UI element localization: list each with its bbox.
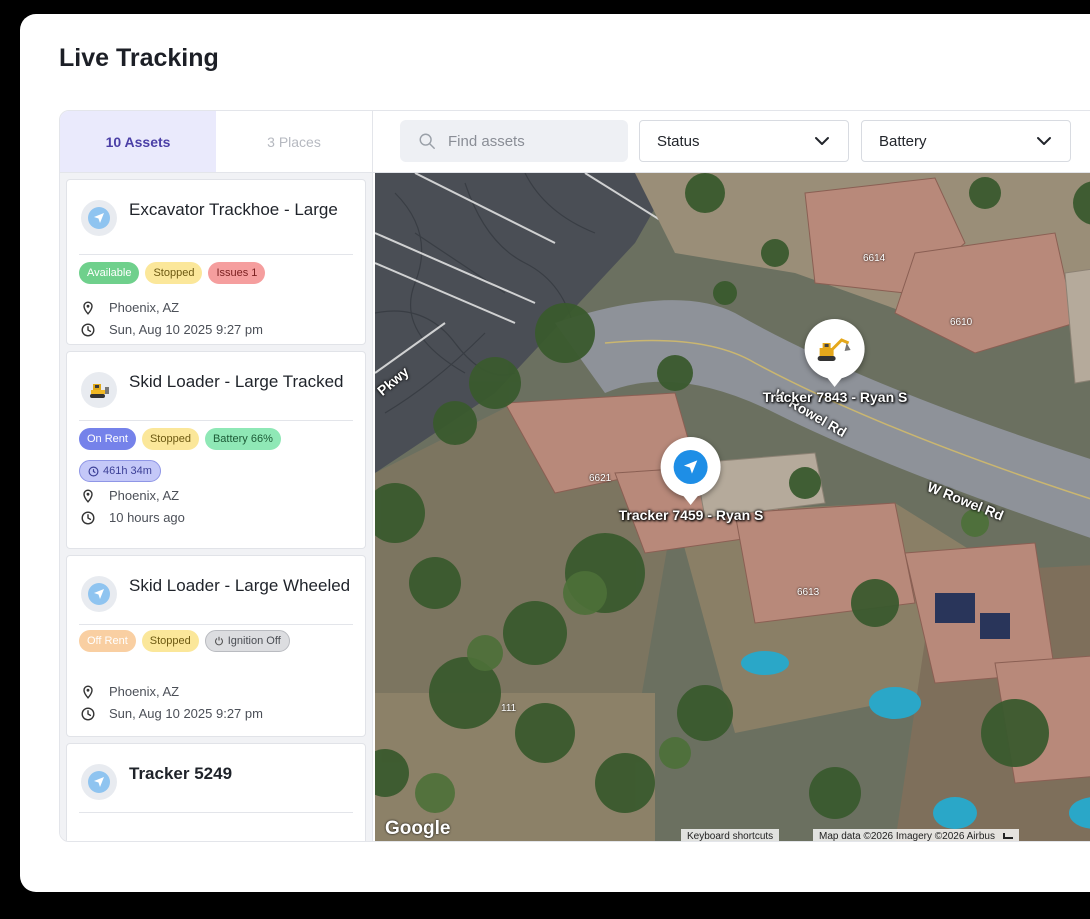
page-title: Live Tracking [59, 44, 219, 72]
asset-location: Phoenix, AZ [109, 488, 180, 503]
status-badge: Stopped [145, 262, 203, 284]
google-logo: Google [385, 818, 451, 839]
location-row: Phoenix, AZ [81, 488, 179, 503]
asset-avatar [81, 372, 117, 408]
asset-tabs: 10 Assets 3 Places [60, 111, 373, 173]
map-toolbar: Status Battery [373, 111, 1090, 173]
status-badge: Available [79, 262, 140, 284]
battery-dropdown[interactable]: Battery [861, 120, 1071, 162]
power-icon [214, 636, 223, 646]
map-marker[interactable]: Tracker 7459 - Ryan S [618, 437, 764, 523]
live-tracking-card: Live Tracking 10 Assets 3 Places Status … [20, 14, 1090, 892]
house-number: 111 [501, 703, 517, 714]
house-number: 6621 [589, 473, 612, 484]
battery-dropdown-label: Battery [879, 132, 927, 150]
ignition-badge: Ignition Off [204, 630, 290, 652]
divider [79, 812, 353, 813]
badge-row: On Rent Stopped Battery 66% [79, 428, 281, 450]
asset-name: Skid Loader - Large Wheeled [129, 576, 351, 595]
status-dropdown[interactable]: Status [639, 120, 849, 162]
asset-time: Sun, Aug 10 2025 9:27 pm [109, 706, 263, 721]
navigation-arrow-icon [94, 589, 104, 599]
satellite-map[interactable]: Pkwy W Rowel Rd W Rowel Rd 6614 6610 662… [375, 173, 1090, 842]
time-row: 10 hours ago [81, 510, 185, 525]
badge-row: 461h 34m [79, 460, 161, 482]
tab-places[interactable]: 3 Places [216, 111, 372, 172]
attribution-text: Map data ©2026 Imagery ©2026 Airbus [819, 830, 995, 842]
asset-avatar [81, 200, 117, 236]
house-number: 6610 [950, 317, 973, 328]
divider [79, 254, 353, 255]
status-badge: Stopped [141, 428, 199, 450]
tab-assets[interactable]: 10 Assets [60, 111, 216, 172]
time-row: Sun, Aug 10 2025 9:27 pm [81, 706, 263, 721]
asset-card[interactable]: Skid Loader - Large Wheeled Off Rent Sto… [66, 555, 366, 737]
search-box[interactable] [400, 120, 628, 162]
asset-name: Excavator Trackhoe - Large [129, 200, 338, 219]
house-number: 6613 [797, 587, 820, 598]
status-badge: Issues 1 [208, 262, 266, 284]
clock-icon [81, 510, 95, 525]
navigation-arrow-icon [94, 777, 104, 787]
marker-label: Tracker 7843 - Ryan S [762, 389, 908, 405]
location-row: Phoenix, AZ [81, 684, 179, 699]
ignition-text: Ignition Off [227, 635, 281, 647]
status-badge: On Rent [79, 428, 136, 450]
asset-time: Sun, Aug 10 2025 9:27 pm [109, 322, 263, 337]
status-badge: Off Rent [79, 630, 136, 652]
status-dropdown-label: Status [657, 132, 700, 150]
asset-location: Phoenix, AZ [109, 684, 180, 699]
asset-avatar [81, 764, 117, 800]
location-pin-icon [83, 300, 93, 315]
clock-icon [81, 322, 95, 337]
asset-card[interactable]: Skid Loader - Large Tracked On Rent Stop… [66, 351, 366, 549]
marker-circle [804, 319, 865, 379]
marker-label: Tracker 7459 - Ryan S [618, 507, 764, 523]
chevron-down-icon [815, 137, 829, 145]
time-row: Sun, Aug 10 2025 9:27 pm [81, 322, 263, 337]
clock-icon [88, 466, 99, 476]
asset-time: 10 hours ago [109, 510, 185, 525]
asset-name: Skid Loader - Large Tracked [129, 372, 344, 391]
badge-row: Available Stopped Issues 1 [79, 262, 266, 284]
chevron-down-icon [1037, 137, 1051, 145]
excavator-icon [817, 338, 851, 361]
duration-text: 461h 34m [103, 465, 152, 477]
map-marker[interactable]: Tracker 7843 - Ryan S [762, 319, 908, 405]
duration-badge: 461h 34m [79, 460, 161, 482]
asset-list: Excavator Trackhoe - Large Available Sto… [60, 173, 373, 841]
marker-circle [660, 437, 721, 497]
asset-card[interactable]: Tracker 5249 [66, 743, 366, 841]
marker-tail [682, 495, 699, 505]
divider [79, 624, 353, 625]
scale-icon [1002, 833, 1013, 839]
location-pin-icon [83, 684, 93, 699]
tracking-panel: 10 Assets 3 Places Status Battery [59, 110, 1090, 842]
clock-icon [81, 706, 95, 721]
asset-name: Tracker 5249 [129, 764, 233, 783]
navigation-arrow-icon [94, 213, 104, 223]
location-pin-icon [83, 488, 93, 503]
asset-location: Phoenix, AZ [109, 300, 180, 315]
asset-avatar [81, 576, 117, 612]
asset-card[interactable]: Excavator Trackhoe - Large Available Sto… [66, 179, 366, 345]
status-badge: Stopped [141, 630, 199, 652]
keyboard-shortcuts-link[interactable]: Keyboard shortcuts [681, 829, 780, 841]
location-row: Phoenix, AZ [81, 300, 179, 315]
badge-row: Off Rent Stopped Ignition Off [79, 630, 290, 652]
search-input[interactable] [448, 132, 608, 150]
map-attribution: Map data ©2026 Imagery ©2026 Airbus [813, 829, 1019, 842]
navigation-arrow-icon [684, 460, 698, 474]
battery-badge: Battery 66% [204, 428, 281, 450]
marker-dot [673, 450, 708, 484]
house-number: 6614 [863, 253, 886, 264]
bulldozer-icon [90, 384, 109, 398]
divider [79, 420, 353, 421]
marker-tail [826, 377, 843, 387]
search-icon [419, 133, 435, 149]
